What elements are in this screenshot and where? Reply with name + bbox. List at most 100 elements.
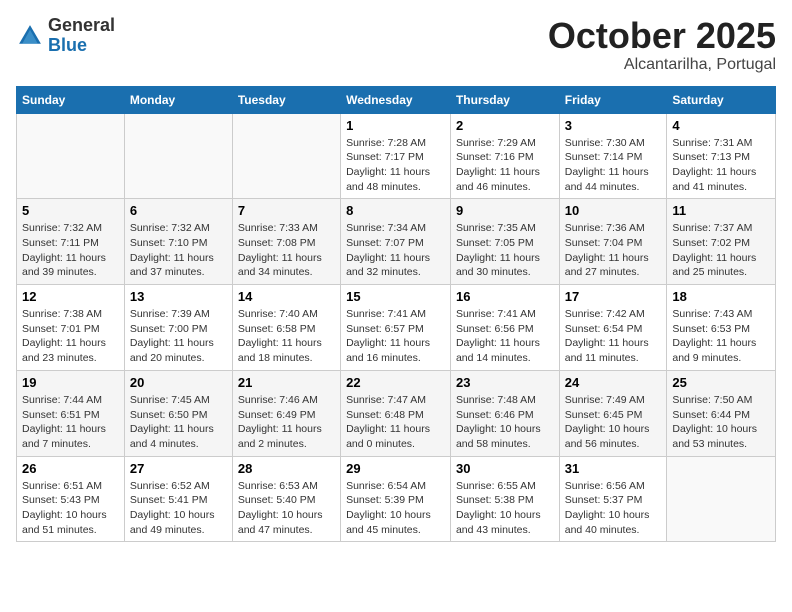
day-info: Sunrise: 7:47 AM Sunset: 6:48 PM Dayligh… xyxy=(346,393,445,452)
day-info: Sunrise: 6:56 AM Sunset: 5:37 PM Dayligh… xyxy=(565,479,662,538)
calendar-cell xyxy=(232,113,340,199)
calendar-cell: 8Sunrise: 7:34 AM Sunset: 7:07 PM Daylig… xyxy=(341,199,451,285)
day-number: 29 xyxy=(346,461,445,476)
day-number: 15 xyxy=(346,289,445,304)
calendar-cell: 12 Sunrise: 7:38 AM Sunset: 7:01 PM Dayli… xyxy=(17,285,125,371)
day-info: Sunrise: 7:48 AM Sunset: 6:46 PM Dayligh… xyxy=(456,393,554,452)
calendar-cell: 6 Sunrise: 7:32 AM Sunset: 7:10 PM Daylig… xyxy=(124,199,232,285)
day-number: 28 xyxy=(238,461,335,476)
day-info: Sunrise: 6:53 AM Sunset: 5:40 PM Dayligh… xyxy=(238,479,335,538)
day-info: Sunrise: 7:29 AM Sunset: 7:16 PM Dayligh… xyxy=(456,136,554,195)
calendar-cell: 24 Sunrise: 7:49 AM Sunset: 6:45 PM Dayli… xyxy=(559,370,667,456)
day-number: 21 xyxy=(238,375,335,390)
day-info: Sunrise: 7:28 AM Sunset: 7:17 PM Dayligh… xyxy=(346,136,445,195)
day-number: 3 xyxy=(565,118,662,133)
calendar-cell: 29 Sunrise: 6:54 AM Sunset: 5:39 PM Dayli… xyxy=(341,456,451,542)
calendar-cell: 1 Sunrise: 7:28 AM Sunset: 7:17 PM Daylig… xyxy=(341,113,451,199)
calendar-cell: 15 Sunrise: 7:41 AM Sunset: 6:57 PM Dayli… xyxy=(341,285,451,371)
day-number: 5 xyxy=(22,203,119,218)
calendar-cell: 11 Sunrise: 7:37 AM Sunset: 7:02 PM Dayli… xyxy=(667,199,776,285)
day-info: Sunrise: 7:31 AM Sunset: 7:13 PM Dayligh… xyxy=(672,136,770,195)
day-info: Sunrise: 7:46 AM Sunset: 6:49 PM Dayligh… xyxy=(238,393,335,452)
day-info: Sunrise: 7:41 AM Sunset: 6:56 PM Dayligh… xyxy=(456,307,554,366)
calendar-cell: 7 Sunrise: 7:33 AM Sunset: 7:08 PM Daylig… xyxy=(232,199,340,285)
calendar-cell: 28 Sunrise: 6:53 AM Sunset: 5:40 PM Dayli… xyxy=(232,456,340,542)
day-number: 1 xyxy=(346,118,445,133)
calendar-cell: 22Sunrise: 7:47 AM Sunset: 6:48 PM Dayli… xyxy=(341,370,451,456)
calendar-cell: 17Sunrise: 7:42 AM Sunset: 6:54 PM Dayli… xyxy=(559,285,667,371)
day-number: 24 xyxy=(565,375,662,390)
day-number: 12 xyxy=(22,289,119,304)
calendar-cell: 31 Sunrise: 6:56 AM Sunset: 5:37 PM Dayli… xyxy=(559,456,667,542)
day-info: Sunrise: 7:37 AM Sunset: 7:02 PM Dayligh… xyxy=(672,221,770,280)
day-number: 8 xyxy=(346,203,445,218)
calendar-cell: 10 Sunrise: 7:36 AM Sunset: 7:04 PM Dayli… xyxy=(559,199,667,285)
day-number: 31 xyxy=(565,461,662,476)
day-number: 16 xyxy=(456,289,554,304)
day-info: Sunrise: 7:32 AM Sunset: 7:10 PM Dayligh… xyxy=(130,221,227,280)
day-info: Sunrise: 7:32 AM Sunset: 7:11 PM Dayligh… xyxy=(22,221,119,280)
calendar-cell: 16 Sunrise: 7:41 AM Sunset: 6:56 PM Dayli… xyxy=(450,285,559,371)
day-number: 18 xyxy=(672,289,770,304)
calendar-cell: 21 Sunrise: 7:46 AM Sunset: 6:49 PM Dayli… xyxy=(232,370,340,456)
weekday-header-friday: Friday xyxy=(559,86,667,113)
day-info: Sunrise: 7:44 AM Sunset: 6:51 PM Dayligh… xyxy=(22,393,119,452)
day-info: Sunrise: 7:35 AM Sunset: 7:05 PM Dayligh… xyxy=(456,221,554,280)
calendar-cell: 9 Sunrise: 7:35 AM Sunset: 7:05 PM Daylig… xyxy=(450,199,559,285)
calendar-table: SundayMondayTuesdayWednesdayThursdayFrid… xyxy=(16,86,776,543)
calendar-cell: 27Sunrise: 6:52 AM Sunset: 5:41 PM Dayli… xyxy=(124,456,232,542)
calendar-cell: 13Sunrise: 7:39 AM Sunset: 7:00 PM Dayli… xyxy=(124,285,232,371)
calendar-week-row: 19 Sunrise: 7:44 AM Sunset: 6:51 PM Dayli… xyxy=(17,370,776,456)
calendar-week-row: 1 Sunrise: 7:28 AM Sunset: 7:17 PM Daylig… xyxy=(17,113,776,199)
day-number: 26 xyxy=(22,461,119,476)
weekday-header-row: SundayMondayTuesdayWednesdayThursdayFrid… xyxy=(17,86,776,113)
calendar-cell: 25Sunrise: 7:50 AM Sunset: 6:44 PM Dayli… xyxy=(667,370,776,456)
day-info: Sunrise: 7:49 AM Sunset: 6:45 PM Dayligh… xyxy=(565,393,662,452)
weekday-header-saturday: Saturday xyxy=(667,86,776,113)
location-subtitle: Alcantarilha, Portugal xyxy=(548,56,776,74)
day-number: 14 xyxy=(238,289,335,304)
day-number: 9 xyxy=(456,203,554,218)
page-header: General Blue October 2025 Alcantarilha, … xyxy=(16,16,776,74)
day-info: Sunrise: 7:38 AM Sunset: 7:01 PM Dayligh… xyxy=(22,307,119,366)
calendar-cell: 20Sunrise: 7:45 AM Sunset: 6:50 PM Dayli… xyxy=(124,370,232,456)
day-number: 6 xyxy=(130,203,227,218)
day-number: 2 xyxy=(456,118,554,133)
day-info: Sunrise: 7:43 AM Sunset: 6:53 PM Dayligh… xyxy=(672,307,770,366)
calendar-cell: 19 Sunrise: 7:44 AM Sunset: 6:51 PM Dayli… xyxy=(17,370,125,456)
calendar-cell xyxy=(667,456,776,542)
logo: General Blue xyxy=(16,16,115,56)
calendar-cell: 5 Sunrise: 7:32 AM Sunset: 7:11 PM Daylig… xyxy=(17,199,125,285)
day-number: 17 xyxy=(565,289,662,304)
calendar-cell xyxy=(124,113,232,199)
day-info: Sunrise: 6:51 AM Sunset: 5:43 PM Dayligh… xyxy=(22,479,119,538)
day-number: 4 xyxy=(672,118,770,133)
day-number: 7 xyxy=(238,203,335,218)
day-number: 11 xyxy=(672,203,770,218)
day-number: 23 xyxy=(456,375,554,390)
weekday-header-sunday: Sunday xyxy=(17,86,125,113)
title-block: October 2025 Alcantarilha, Portugal xyxy=(548,16,776,74)
calendar-cell: 3 Sunrise: 7:30 AM Sunset: 7:14 PM Daylig… xyxy=(559,113,667,199)
weekday-header-wednesday: Wednesday xyxy=(341,86,451,113)
calendar-cell: 23 Sunrise: 7:48 AM Sunset: 6:46 PM Dayli… xyxy=(450,370,559,456)
day-number: 19 xyxy=(22,375,119,390)
day-number: 13 xyxy=(130,289,227,304)
logo-icon xyxy=(16,22,44,50)
calendar-week-row: 5 Sunrise: 7:32 AM Sunset: 7:11 PM Daylig… xyxy=(17,199,776,285)
day-number: 10 xyxy=(565,203,662,218)
logo-general-text: General xyxy=(48,15,115,35)
day-info: Sunrise: 7:36 AM Sunset: 7:04 PM Dayligh… xyxy=(565,221,662,280)
logo-blue-text: Blue xyxy=(48,35,87,55)
calendar-cell xyxy=(17,113,125,199)
day-info: Sunrise: 7:30 AM Sunset: 7:14 PM Dayligh… xyxy=(565,136,662,195)
calendar-week-row: 26 Sunrise: 6:51 AM Sunset: 5:43 PM Dayli… xyxy=(17,456,776,542)
day-info: Sunrise: 7:50 AM Sunset: 6:44 PM Dayligh… xyxy=(672,393,770,452)
day-info: Sunrise: 7:41 AM Sunset: 6:57 PM Dayligh… xyxy=(346,307,445,366)
day-info: Sunrise: 6:55 AM Sunset: 5:38 PM Dayligh… xyxy=(456,479,554,538)
month-title: October 2025 xyxy=(548,16,776,56)
day-info: Sunrise: 6:54 AM Sunset: 5:39 PM Dayligh… xyxy=(346,479,445,538)
day-info: Sunrise: 7:33 AM Sunset: 7:08 PM Dayligh… xyxy=(238,221,335,280)
calendar-cell: 4 Sunrise: 7:31 AM Sunset: 7:13 PM Daylig… xyxy=(667,113,776,199)
day-number: 30 xyxy=(456,461,554,476)
